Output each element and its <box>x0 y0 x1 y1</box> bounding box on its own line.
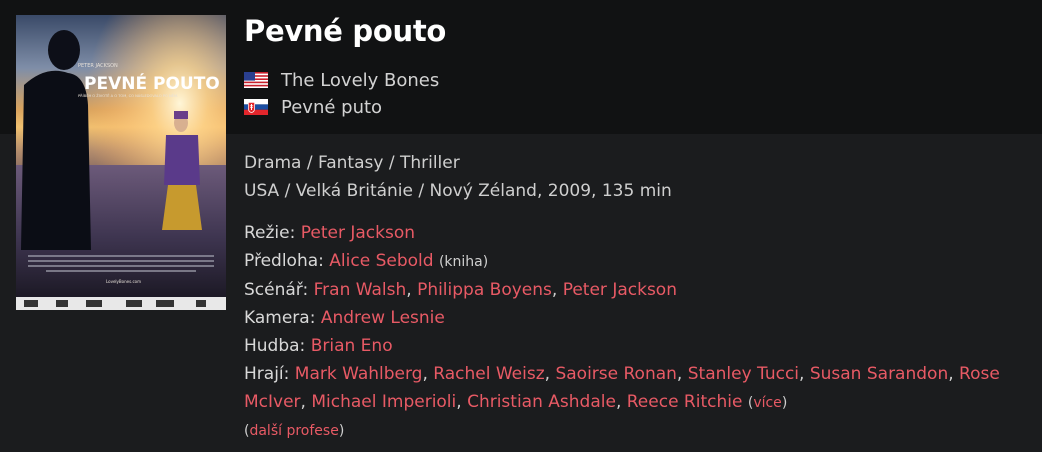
person-link[interactable]: Michael Imperioli <box>311 392 456 412</box>
poster-director: PETER JACKSON <box>78 63 118 69</box>
person-link[interactable]: Alice Sebold <box>329 251 433 271</box>
person-link[interactable]: Andrew Lesnie <box>321 308 445 328</box>
genres: Drama / Fantasy / Thriller <box>244 153 460 173</box>
sk-flag-icon <box>244 99 268 115</box>
more-professions: (další profese) <box>244 423 345 439</box>
person-link[interactable]: Peter Jackson <box>301 223 415 243</box>
origin-info: USA / Velká Británie / Nový Zéland, 2009… <box>244 181 672 201</box>
person-link[interactable]: Rachel Weisz <box>433 364 544 384</box>
poster-artwork: PETER JACKSON PEVNÉ POUTO PŘÍBĚH O ŽIVOT… <box>16 15 226 310</box>
credit-label: Předloha: <box>244 251 324 271</box>
person-link[interactable]: Christian Ashdale <box>467 392 616 412</box>
person-link[interactable]: Mark Wahlberg <box>295 364 423 384</box>
person-link[interactable]: Stanley Tucci <box>688 364 799 384</box>
credit-music: Hudba: Brian Eno <box>244 332 1024 360</box>
poster-title: PEVNÉ POUTO <box>84 72 220 94</box>
credit-cast: Hrají: Mark Wahlberg, Rachel Weisz, Saoi… <box>244 364 1000 412</box>
alt-title-row-us: The Lovely Bones <box>244 69 439 91</box>
credit-label: Hrají: <box>244 364 290 384</box>
credit-label: Hudba: <box>244 336 306 356</box>
person-link[interactable]: Peter Jackson <box>563 280 677 300</box>
credit-source: Předloha: Alice Sebold (kniha) <box>244 247 1024 276</box>
more-professions-link[interactable]: další profese <box>249 423 338 439</box>
page-title: Pevné pouto <box>244 14 447 48</box>
source-note: (kniha) <box>438 254 489 270</box>
cast-more-link[interactable]: více <box>753 395 782 411</box>
person-link[interactable]: Brian Eno <box>311 336 393 356</box>
credit-label: Kamera: <box>244 308 316 328</box>
us-flag-icon <box>244 72 268 88</box>
person-link[interactable]: Fran Walsh <box>314 280 407 300</box>
alt-title-row-sk: Pevné puto <box>244 96 382 118</box>
credit-screenplay: Scénář: Fran Walsh, Philippa Boyens, Pet… <box>244 280 677 300</box>
credit-directing: Režie: Peter Jackson <box>244 219 1024 247</box>
alt-title-sk: Pevné puto <box>281 96 383 118</box>
movie-poster[interactable]: PETER JACKSON PEVNÉ POUTO PŘÍBĚH O ŽIVOT… <box>16 15 226 310</box>
person-link[interactable]: Philippa Boyens <box>417 280 552 300</box>
cast-more: (více) <box>747 395 788 411</box>
credits-block: Režie: Peter Jackson Předloha: Alice Seb… <box>244 219 1024 445</box>
credit-camera: Kamera: Andrew Lesnie <box>244 304 1024 332</box>
credit-label: Režie: <box>244 223 296 243</box>
alt-title-us: The Lovely Bones <box>281 69 440 91</box>
person-link[interactable]: Saoirse Ronan <box>555 364 676 384</box>
poster-tagline: PŘÍBĚH O ŽIVOTĚ A O TOM, CO NÁSLEDOVALO … <box>78 93 178 98</box>
poster-website: LovelyBones.com <box>106 279 141 284</box>
person-link[interactable]: Susan Sarandon <box>810 364 948 384</box>
credit-label: Scénář: <box>244 280 309 300</box>
person-link[interactable]: Reece Ritchie <box>627 392 743 412</box>
